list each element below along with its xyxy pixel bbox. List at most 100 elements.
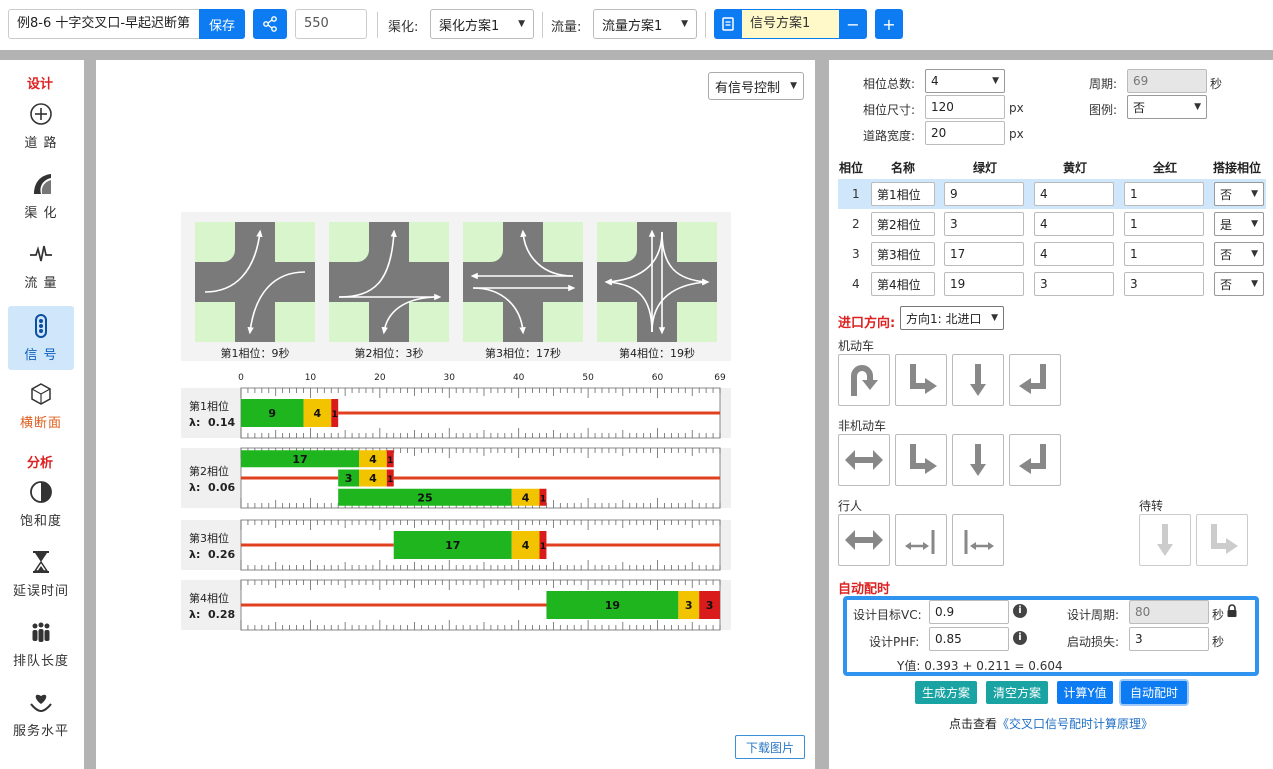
principle-link[interactable]: 《交叉口信号配时计算原理》 bbox=[997, 717, 1153, 731]
auto-timing-button[interactable]: 自动配时 bbox=[1121, 681, 1187, 704]
yellow-duration-label: 4 bbox=[522, 539, 530, 552]
phase-red-input[interactable]: 1 bbox=[1124, 242, 1204, 266]
approach-select[interactable]: 方向1: 北进口 ▼ bbox=[900, 306, 1004, 330]
sidebar-item-cross-section[interactable]: 横断面 bbox=[8, 374, 74, 438]
flow-plan-select[interactable]: 流量方案1 ▼ bbox=[593, 9, 697, 39]
share-button[interactable] bbox=[253, 9, 287, 39]
add-plan-button[interactable]: + bbox=[875, 9, 903, 39]
control-type-select[interactable]: 有信号控制 ▼ bbox=[708, 72, 804, 100]
signal-doc-button[interactable] bbox=[714, 9, 742, 39]
sidebar-item-signal[interactable]: 信 号 bbox=[8, 306, 74, 370]
info-icon[interactable]: i bbox=[1013, 604, 1027, 618]
cycle-input[interactable]: 69 bbox=[1127, 69, 1207, 93]
motor-uturn-button[interactable] bbox=[838, 354, 890, 406]
nonmotor-straight-button[interactable] bbox=[952, 434, 1004, 486]
road-width-input[interactable]: 20 bbox=[925, 121, 1005, 145]
px-unit: px bbox=[1009, 127, 1024, 141]
motor-straight-button[interactable] bbox=[952, 354, 1004, 406]
phase-green-input[interactable]: 9 bbox=[944, 182, 1024, 206]
calc-y-button[interactable]: 计算Y值 bbox=[1057, 681, 1113, 704]
phase-1-caption: 第1相位：9秒 bbox=[220, 347, 290, 360]
motor-right-turn-button[interactable] bbox=[895, 354, 947, 406]
section-analysis-title: 分析 bbox=[26, 456, 53, 471]
phase-green-input[interactable]: 17 bbox=[944, 242, 1024, 266]
chevron-down-icon: ▼ bbox=[1194, 102, 1201, 112]
remove-plan-button[interactable]: − bbox=[839, 9, 867, 39]
sidebar-item-flow[interactable]: 流 量 bbox=[8, 234, 74, 298]
sidebar-item-channel[interactable]: 渠 化 bbox=[8, 164, 74, 228]
phase-red-input[interactable]: 3 bbox=[1124, 272, 1204, 296]
legend-label: 图例: bbox=[1089, 103, 1118, 117]
legend-select[interactable]: 否 ▼ bbox=[1127, 95, 1207, 119]
info-icon[interactable]: i bbox=[1013, 631, 1027, 645]
sidebar-item-queue[interactable]: 排队长度 bbox=[8, 612, 74, 676]
download-image-button[interactable]: 下载图片 bbox=[735, 735, 805, 759]
nonmotor-right-turn-button[interactable] bbox=[895, 434, 947, 486]
table-row: 4 第4相位 19 3 3 否 ▼ bbox=[838, 269, 1266, 299]
overlap-select[interactable]: 否 ▼ bbox=[1214, 272, 1264, 296]
design-cycle-input[interactable]: 80 bbox=[1129, 600, 1209, 624]
sidebar-item-service-level[interactable]: 服务水平 bbox=[8, 682, 74, 746]
overlap-select[interactable]: 否 ▼ bbox=[1214, 242, 1264, 266]
phase-red-input[interactable]: 1 bbox=[1124, 212, 1204, 236]
sidebar-item-delay[interactable]: 延误时间 bbox=[8, 542, 74, 606]
straight-arrow-icon bbox=[1157, 524, 1173, 556]
wait-straight-button[interactable] bbox=[1139, 514, 1191, 566]
pedestrian-label: 行人 bbox=[838, 499, 863, 513]
sidebar-item-road[interactable]: 道 路 bbox=[8, 94, 74, 158]
phf-input[interactable]: 0.85 bbox=[929, 627, 1009, 651]
overlap-select[interactable]: 否 ▼ bbox=[1214, 182, 1264, 206]
phase-row-label: 第4相位 bbox=[189, 591, 229, 605]
phase-name-input[interactable]: 第3相位 bbox=[871, 242, 935, 266]
clear-plan-button[interactable]: 清空方案 bbox=[986, 681, 1048, 704]
channel-plan-select[interactable]: 渠化方案1 ▼ bbox=[430, 9, 534, 39]
yellow-duration-label: 4 bbox=[522, 491, 530, 504]
project-name-input[interactable]: 例8-6 十字交叉口-早起迟断第 bbox=[8, 9, 200, 39]
seconds-unit: 秒 bbox=[1212, 635, 1225, 649]
startup-loss-input[interactable]: 3 bbox=[1129, 627, 1209, 651]
phase-row-label: 第1相位 bbox=[189, 399, 229, 413]
phase-yellow-input[interactable]: 4 bbox=[1034, 212, 1114, 236]
lambda-value: 0.06 bbox=[208, 481, 235, 494]
target-vc-input[interactable]: 0.9 bbox=[929, 600, 1009, 624]
red-duration-label: 1 bbox=[387, 475, 393, 485]
phase-size-input[interactable]: 120 bbox=[925, 95, 1005, 119]
channel-label: 渠化: bbox=[388, 20, 419, 35]
nonmotor-both-button[interactable] bbox=[838, 434, 890, 486]
divider bbox=[542, 12, 543, 38]
straight-arrow-icon bbox=[970, 444, 986, 476]
phase-yellow-input[interactable]: 4 bbox=[1034, 242, 1114, 266]
phase-red-input[interactable]: 1 bbox=[1124, 182, 1204, 206]
phase-yellow-input[interactable]: 3 bbox=[1034, 272, 1114, 296]
save-button[interactable]: 保存 bbox=[199, 9, 245, 39]
sidebar-item-label: 横断面 bbox=[19, 415, 62, 431]
lock-icon[interactable] bbox=[1226, 604, 1238, 618]
phase-yellow-input[interactable]: 4 bbox=[1034, 182, 1114, 206]
ped-right-button[interactable] bbox=[952, 514, 1004, 566]
phase-name-input[interactable]: 第1相位 bbox=[871, 182, 935, 206]
phase-name-input[interactable]: 第4相位 bbox=[871, 272, 935, 296]
phase-green-input[interactable]: 3 bbox=[944, 212, 1024, 236]
green-duration-label: 9 bbox=[268, 407, 276, 420]
generate-plan-button[interactable]: 生成方案 bbox=[915, 681, 977, 704]
ped-both-button[interactable] bbox=[838, 514, 890, 566]
sidebar-item-saturation[interactable]: 饱和度 bbox=[8, 472, 74, 536]
road-width-label: 道路宽度: bbox=[863, 129, 916, 143]
motor-left-turn-button[interactable] bbox=[1009, 354, 1061, 406]
phase-index: 4 bbox=[852, 277, 860, 291]
axis-tick-label: 0 bbox=[238, 373, 244, 383]
cycle-label: 周期: bbox=[1089, 77, 1118, 91]
phase-total-select[interactable]: 4 ▼ bbox=[925, 69, 1005, 93]
nonmotor-left-turn-button[interactable] bbox=[1009, 434, 1061, 486]
phase-green-input[interactable]: 19 bbox=[944, 272, 1024, 296]
phase-name-input[interactable]: 第2相位 bbox=[871, 212, 935, 236]
y-value-text: Y值: 0.393 + 0.211 = 0.604 bbox=[897, 659, 1063, 673]
overlap-select[interactable]: 是 ▼ bbox=[1214, 212, 1264, 236]
wait-turn-button[interactable] bbox=[1196, 514, 1248, 566]
channel-plan-value: 渠化方案1 bbox=[439, 18, 500, 34]
signal-plan-input[interactable]: 信号方案1 bbox=[742, 9, 839, 39]
auto-timing-title: 自动配时 bbox=[838, 582, 891, 597]
size-input[interactable]: 550 bbox=[295, 9, 367, 39]
ped-left-button[interactable] bbox=[895, 514, 947, 566]
turn-left-arrow-icon bbox=[1211, 524, 1238, 554]
